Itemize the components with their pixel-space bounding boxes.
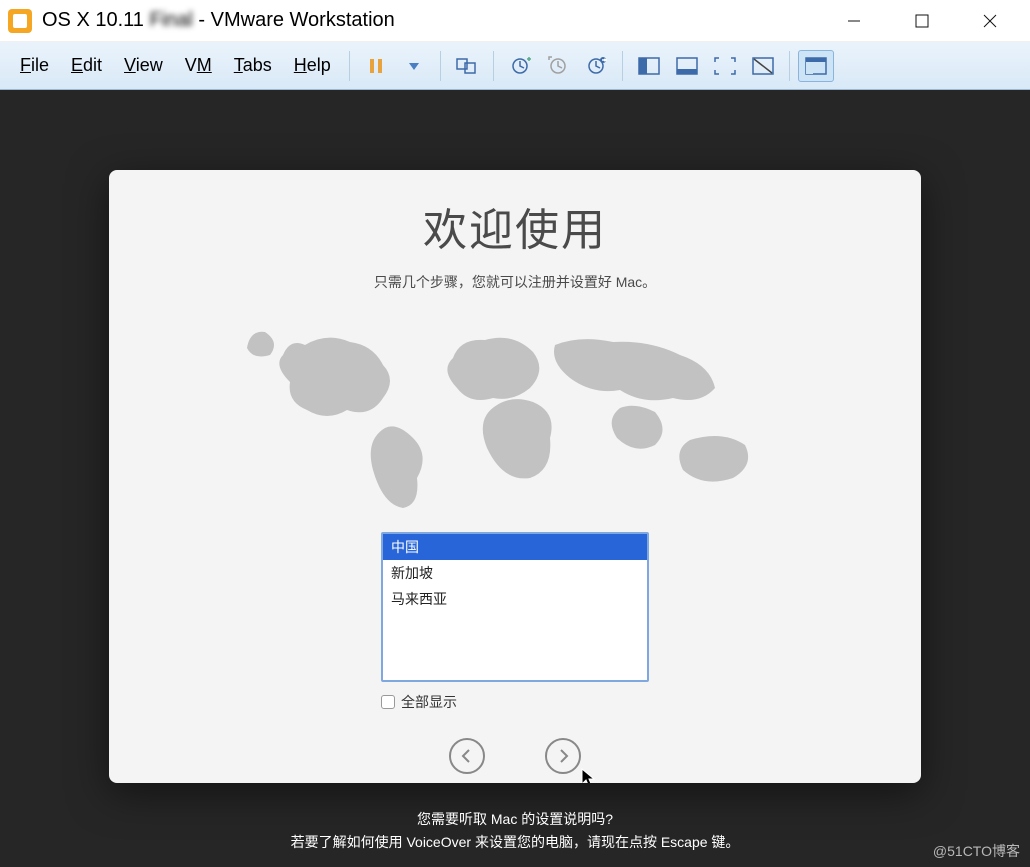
window-controls [834,6,1022,36]
continue-arrow-icon [545,738,581,774]
macos-setup-window: 欢迎使用 只需几个步骤，您就可以注册并设置好 Mac。 中国 新加坡 马来西亚 … [109,170,921,783]
country-listbox[interactable]: 中国 新加坡 马来西亚 [381,532,649,682]
power-dropdown[interactable] [396,50,432,82]
snapshot-revert-button[interactable] [540,50,576,82]
show-all-checkbox[interactable] [381,695,395,709]
setup-title: 欢迎使用 [109,194,921,258]
show-thumbnail-button[interactable] [669,50,705,82]
watermark: @51CTO博客 [933,841,1020,861]
send-ctrl-alt-del-button[interactable] [449,50,485,82]
continue-button[interactable]: 继续 [545,738,581,783]
separator [622,51,623,81]
library-button[interactable] [798,50,834,82]
show-console-button[interactable] [631,50,667,82]
snapshot-take-button[interactable] [502,50,538,82]
mouse-cursor-icon [581,768,595,783]
menu-vm[interactable]: VM [175,51,222,80]
titlebar: OS X 10.11 Final - VMware Workstation [0,0,1030,42]
separator [789,51,790,81]
separator [493,51,494,81]
world-map-icon [235,310,795,520]
country-option-malaysia[interactable]: 马来西亚 [383,586,647,612]
show-all-label: 全部显示 [401,692,457,712]
maximize-button[interactable] [902,6,942,36]
menu-file[interactable]: File [10,51,59,80]
window-title: OS X 10.11 Final - VMware Workstation [42,9,395,32]
menubar: File Edit View VM Tabs Help [0,42,1030,90]
nav-buttons: 返回 继续 [109,738,921,783]
country-option-singapore[interactable]: 新加坡 [383,560,647,586]
fullscreen-button[interactable] [707,50,743,82]
back-arrow-icon [449,738,485,774]
country-option-china[interactable]: 中国 [383,534,647,560]
pause-button[interactable] [358,50,394,82]
guest-display: 欢迎使用 只需几个步骤，您就可以注册并设置好 Mac。 中国 新加坡 马来西亚 … [0,90,1030,867]
snapshot-manager-button[interactable] [578,50,614,82]
unity-button[interactable] [745,50,781,82]
show-all-row: 全部显示 [381,692,649,712]
menu-help[interactable]: Help [284,51,341,80]
separator [440,51,441,81]
menu-tabs[interactable]: Tabs [224,51,282,80]
vmware-app-icon [8,9,32,33]
menu-edit[interactable]: Edit [61,51,112,80]
back-button[interactable]: 返回 [449,738,485,783]
menu-view[interactable]: View [114,51,173,80]
setup-subtitle: 只需几个步骤，您就可以注册并设置好 Mac。 [109,272,921,292]
separator [349,51,350,81]
minimize-button[interactable] [834,6,874,36]
close-button[interactable] [970,6,1010,36]
voiceover-help: 您需要听取 Mac 的设置说明吗? 若要了解如何使用 VoiceOver 来设置… [0,808,1030,853]
